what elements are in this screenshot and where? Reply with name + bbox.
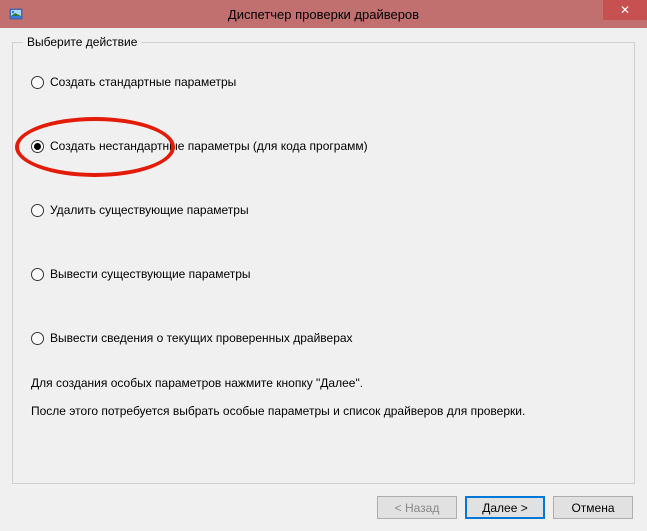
radio-icon [31,204,44,217]
info-text-line1: Для создания особых параметров нажмите к… [31,373,616,395]
radio-option-display[interactable]: Вывести существующие параметры [31,267,616,281]
radio-option-custom[interactable]: Создать нестандартные параметры (для код… [31,139,616,153]
content-area: Выберите действие Создать стандартные па… [0,28,647,531]
radio-option-delete[interactable]: Удалить существующие параметры [31,203,616,217]
next-button[interactable]: Далее > [465,496,545,519]
app-icon [8,6,24,22]
radio-icon [31,268,44,281]
close-icon: ✕ [620,3,630,17]
button-row: < Назад Далее > Отмена [12,496,635,519]
groupbox-title: Выберите действие [23,35,141,49]
window-title: Диспетчер проверки драйверов [228,7,419,22]
radio-icon [31,140,44,153]
back-button: < Назад [377,496,457,519]
titlebar: Диспетчер проверки драйверов ✕ [0,0,647,28]
radio-label: Создать нестандартные параметры (для код… [50,139,368,153]
radio-icon [31,76,44,89]
radio-option-info[interactable]: Вывести сведения о текущих проверенных д… [31,331,616,345]
cancel-button[interactable]: Отмена [553,496,633,519]
action-groupbox: Выберите действие Создать стандартные па… [12,42,635,484]
radio-label: Создать стандартные параметры [50,75,236,89]
radio-icon [31,332,44,345]
info-text-line2: После этого потребуется выбрать особые п… [31,401,616,423]
radio-label: Вывести существующие параметры [50,267,251,281]
radio-label: Вывести сведения о текущих проверенных д… [50,331,353,345]
radio-option-standard[interactable]: Создать стандартные параметры [31,75,616,89]
close-button[interactable]: ✕ [603,0,647,20]
radio-label: Удалить существующие параметры [50,203,249,217]
